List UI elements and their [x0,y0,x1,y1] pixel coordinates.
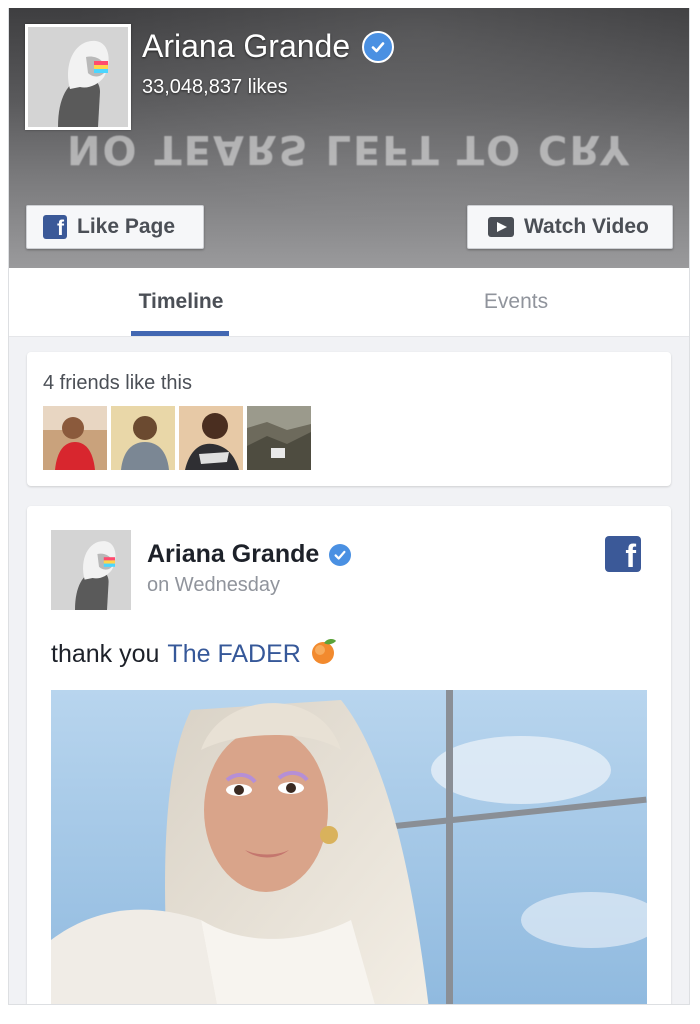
facebook-page-plugin: NO TEARS LEFT TO CRY Ariana Grande 33,04… [8,8,690,1005]
post-author-avatar[interactable] [51,530,131,610]
post-link-the-fader[interactable]: The FADER [167,640,300,669]
verified-badge-icon [362,30,395,63]
likes-count: 33,048,837 likes [142,76,288,98]
like-page-button[interactable]: f Like Page [26,205,204,249]
friend-avatar[interactable] [179,406,243,470]
facebook-f-icon[interactable]: f [605,536,641,572]
post-text: thank you The FADER [51,636,339,673]
cover-text: NO TEARS LEFT TO CRY [66,126,631,172]
friends-like-card: 4 friends like this [27,352,671,486]
post-text-prefix: thank you [51,640,160,668]
tab-timeline[interactable]: Timeline [131,290,231,314]
watch-video-button[interactable]: Watch Video [467,205,673,249]
post-author-row[interactable]: Ariana Grande [147,540,352,569]
friend-avatar[interactable] [247,406,311,470]
play-video-icon [488,217,514,237]
page-name-row[interactable]: Ariana Grande [142,28,395,65]
friend-avatar[interactable] [111,406,175,470]
facebook-f-icon: f [43,215,67,239]
post-card: Ariana Grande on Wednesday f thank you T… [27,506,671,1004]
cover-photo[interactable]: NO TEARS LEFT TO CRY Ariana Grande 33,04… [9,8,689,268]
peach-emoji-icon [309,636,339,673]
page-name[interactable]: Ariana Grande [142,28,350,65]
profile-picture[interactable] [25,24,131,130]
watch-video-label: Watch Video [524,215,649,238]
tab-events[interactable]: Events [461,290,571,314]
friends-like-text[interactable]: 4 friends like this [43,372,192,395]
post-timestamp[interactable]: on Wednesday [147,574,280,597]
verified-badge-icon [329,543,352,566]
friend-avatar[interactable] [43,406,107,470]
like-page-label: Like Page [77,215,176,238]
post-author-name[interactable]: Ariana Grande [147,540,319,569]
tab-bar: Timeline Events [9,268,689,337]
active-tab-indicator [131,331,229,336]
post-photo[interactable] [51,690,647,1004]
